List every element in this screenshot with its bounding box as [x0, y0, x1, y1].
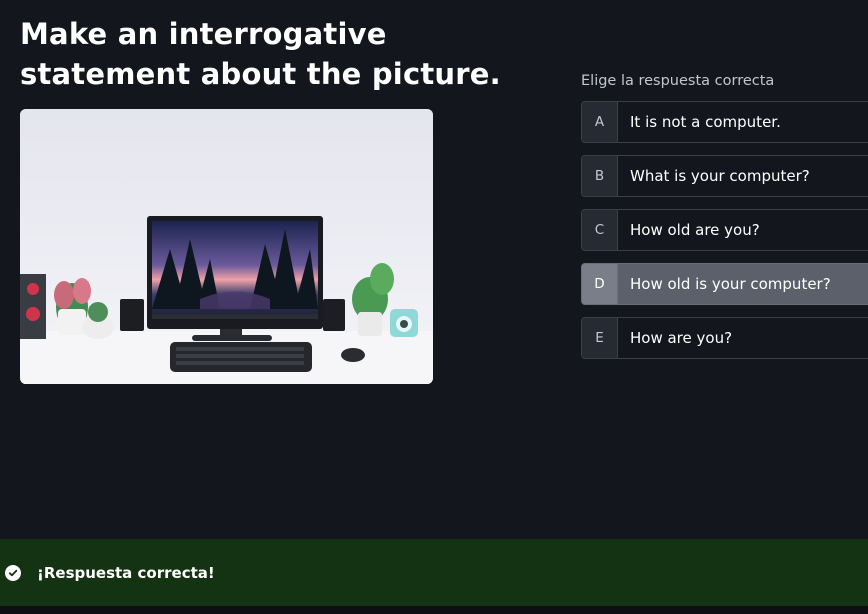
answer-prompt: Elige la respuesta correcta: [581, 73, 775, 89]
question-title: Make an interrogative statement about th…: [20, 17, 501, 91]
option-letter: B: [582, 156, 618, 196]
feedback-banner: ¡Respuesta correcta!: [0, 539, 868, 606]
desk-setup-image: [20, 109, 433, 384]
answer-option-c[interactable]: C How old are you?: [581, 209, 868, 251]
option-letter: C: [582, 210, 618, 250]
check-circle-icon: [5, 564, 21, 581]
option-text: How old are you?: [630, 221, 760, 239]
feedback-message: ¡Respuesta correcta!: [37, 563, 215, 582]
option-text: What is your computer?: [630, 167, 810, 185]
answer-option-a[interactable]: A It is not a computer.: [581, 101, 868, 143]
option-text: How are you?: [630, 329, 733, 347]
option-text: It is not a computer.: [630, 113, 781, 131]
answer-options: A It is not a computer. B What is your c…: [581, 101, 868, 371]
option-text: How old is your computer?: [630, 275, 831, 293]
answer-option-d[interactable]: D How old is your computer?: [581, 263, 868, 305]
option-letter: E: [582, 318, 618, 358]
question-image: [20, 109, 433, 384]
answer-option-e[interactable]: E How are you?: [581, 317, 868, 359]
answer-option-b[interactable]: B What is your computer?: [581, 155, 868, 197]
option-letter: D: [582, 264, 618, 304]
option-letter: A: [582, 102, 618, 142]
bottom-bar: [0, 606, 868, 614]
